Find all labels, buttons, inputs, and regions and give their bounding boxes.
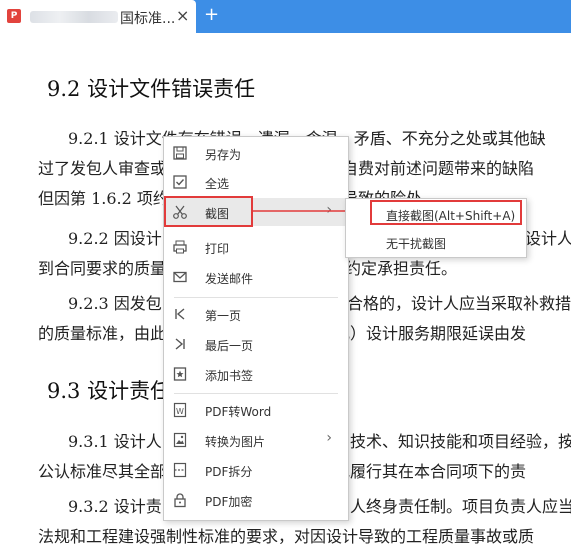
printer-icon	[173, 240, 187, 254]
text-line: 技术、知识技能和项目经验，按	[350, 432, 571, 451]
menu-divider	[174, 297, 338, 298]
text-line: 设计人	[525, 229, 571, 248]
text-line: 人终身责任制。项目负责人应当	[350, 497, 571, 516]
lock-icon	[174, 493, 186, 508]
tab-bar: P 国标准... × +	[0, 0, 571, 33]
paragraph-9-2-3: 9.2.3 因发包	[68, 294, 162, 313]
last-page-icon	[175, 338, 185, 350]
menu-item-label: 第一页	[205, 309, 242, 323]
close-tab-icon[interactable]: ×	[176, 6, 189, 25]
menu-item-label: PDF拆分	[205, 465, 253, 479]
menu-item-label: PDF加密	[205, 495, 253, 509]
context-menu: 另存为 全选 截图 › 打印 发送邮件 第一页 最后一页 添加书签 W PDF转…	[163, 136, 349, 521]
menu-item-save-as[interactable]: 另存为	[164, 139, 348, 167]
menu-item-pdf-split[interactable]: PDF拆分	[164, 456, 348, 484]
menu-item-select-all[interactable]: 全选	[164, 168, 348, 196]
word-icon: W	[173, 402, 187, 418]
menu-item-add-bookmark[interactable]: 添加书签	[164, 360, 348, 388]
menu-item-label: 最后一页	[205, 339, 254, 353]
tab-title: 国标准...	[120, 11, 176, 27]
menu-item-pdf-encrypt[interactable]: PDF加密	[164, 486, 348, 514]
highlight-box-direct-screenshot	[370, 200, 522, 225]
menu-item-pdf-to-word[interactable]: W PDF转Word	[164, 396, 348, 424]
menu-item-label: 打印	[205, 242, 230, 256]
menu-item-label: 另存为	[205, 148, 242, 162]
menu-item-label: PDF转Word	[205, 405, 272, 419]
menu-item-label: 转换为图片	[205, 435, 266, 449]
image-icon	[173, 432, 187, 448]
menu-item-last-page[interactable]: 最后一页	[164, 330, 348, 358]
document-tab[interactable]: P 国标准... ×	[0, 0, 196, 33]
heading-9-2: 9.2 设计文件错误责任	[47, 77, 256, 101]
submenu-item-label: 无干扰截图	[386, 237, 447, 251]
first-page-icon	[175, 308, 185, 320]
new-tab-button[interactable]: +	[204, 4, 219, 25]
heading-9-3: 9.3 设计责任	[47, 379, 172, 403]
text-line: 但因第 1.6.2 项约	[38, 189, 169, 208]
menu-item-convert-to-image[interactable]: 转换为图片 ›	[164, 426, 348, 454]
split-icon	[173, 462, 187, 478]
menu-item-label: 添加书签	[205, 369, 254, 383]
save-icon	[173, 146, 187, 160]
text-line: 到合同要求的质量	[38, 259, 167, 278]
select-all-icon	[173, 175, 187, 189]
text-line: 约定承担责任。	[345, 259, 458, 278]
text-line: 的质量标准，由此	[38, 324, 167, 343]
bookmark-icon	[173, 367, 187, 381]
mail-icon	[173, 271, 187, 283]
paragraph-9-3-2: 9.3.2 设计责	[68, 497, 162, 516]
text-line: （或）设计服务期限延误由发	[318, 324, 527, 343]
paragraph-9-2-2: 9.2.2 因设计	[68, 229, 162, 248]
menu-item-label: 全选	[205, 177, 230, 191]
paragraph-9-3-1: 9.3.1 设计人	[68, 432, 162, 451]
menu-item-label: 发送邮件	[205, 272, 254, 286]
text-line: 正地履行其在本合同项下的责	[318, 462, 527, 481]
submenu-arrow-icon: ›	[326, 430, 332, 446]
pdf-file-icon: P	[7, 9, 21, 23]
text-line: 合格的，设计人应当采取补救措	[347, 294, 571, 313]
menu-item-print[interactable]: 打印	[164, 233, 348, 261]
blurred-filename	[30, 11, 118, 23]
menu-item-first-page[interactable]: 第一页	[164, 300, 348, 328]
menu-divider	[174, 393, 338, 394]
highlight-box-screenshot	[164, 196, 253, 227]
svg-text:W: W	[176, 407, 184, 416]
text-line: 过了发包人审查或	[38, 159, 167, 178]
text-line: 公认标准尽其全部	[38, 462, 167, 481]
text-line: 法规和工程建设强制性标准的要求，对因设计导致的工程质量事故或质	[38, 527, 535, 546]
submenu-item-clean-screenshot[interactable]: 无干扰截图	[346, 229, 526, 255]
menu-item-send-email[interactable]: 发送邮件	[164, 263, 348, 291]
